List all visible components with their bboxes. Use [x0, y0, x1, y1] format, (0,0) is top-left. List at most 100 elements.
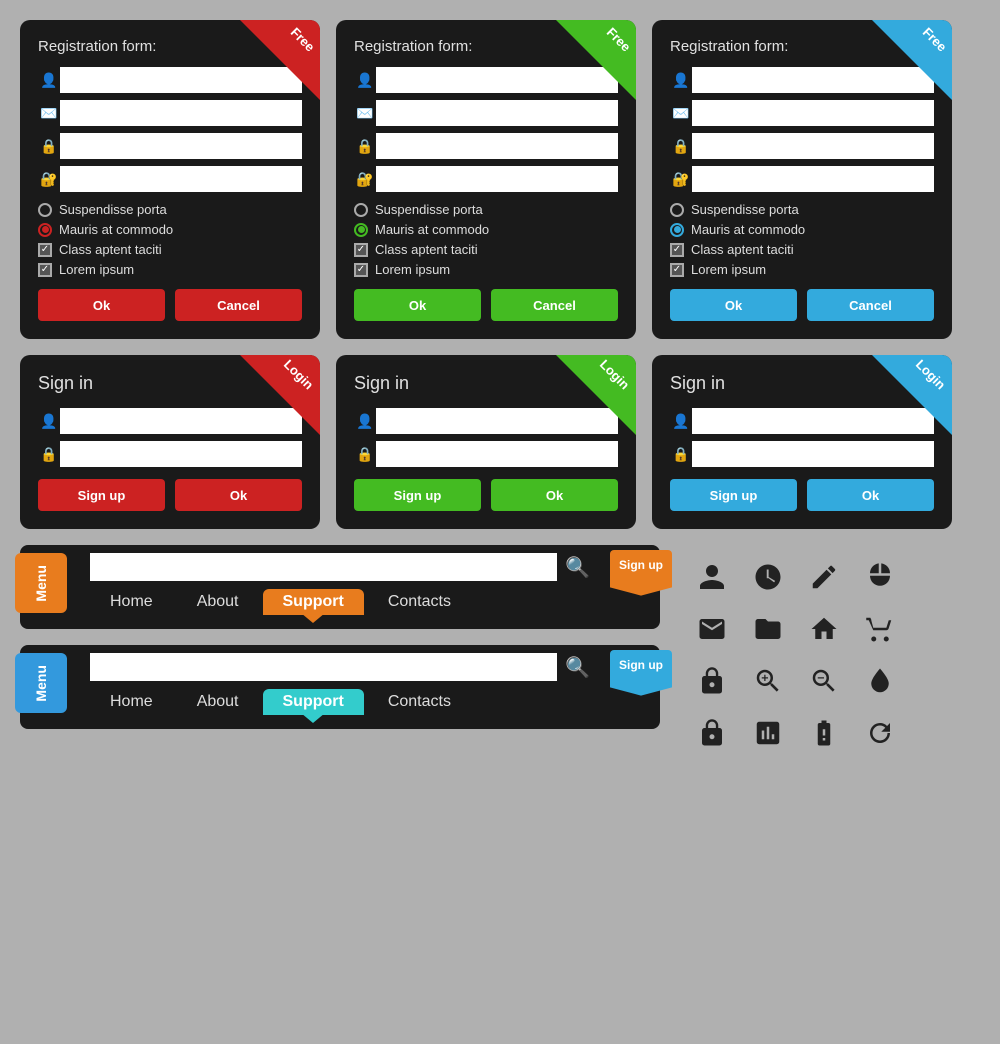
cancel-button-green[interactable]: Cancel [491, 289, 618, 321]
person-icon [690, 555, 734, 599]
nav-link-home-orange[interactable]: Home [90, 589, 173, 615]
options-green: Suspendisse porta Mauris at commodo ✓ Cl… [354, 202, 618, 277]
signup-button-green[interactable]: Sign up [354, 479, 481, 511]
registration-form-blue: Free Registration form: 👤 ✉️ 🔒 🔐 [652, 20, 952, 339]
registration-form-red: Free Registration form: 👤 ✉️ 🔒 🔐 [20, 20, 320, 339]
form-row-confirm-green: 🔐 [354, 166, 618, 192]
option-check2-green: ✓ Lorem ipsum [354, 262, 618, 277]
signup-badge-blue[interactable]: Sign up [610, 650, 672, 696]
nav-bars-column: Menu 🔍 Home About Support Contacts Sign … [20, 545, 660, 729]
login-user-icon-blue: 👤 [670, 413, 692, 430]
pass-input-red[interactable] [60, 133, 302, 159]
email-input-green[interactable] [376, 100, 618, 126]
user-icon-blue: 👤 [670, 72, 692, 89]
user-icon-red: 👤 [38, 72, 60, 89]
nav-bar-orange-wrapper: Menu 🔍 Home About Support Contacts Sign … [20, 545, 660, 629]
radio-filled-blue[interactable] [670, 223, 684, 237]
clock-icon [746, 555, 790, 599]
option-label-3-green: Class aptent taciti [375, 242, 478, 257]
pass-input-blue[interactable] [692, 133, 934, 159]
option-check1-red: ✓ Class aptent taciti [38, 242, 302, 257]
option-check2-blue: ✓ Lorem ipsum [670, 262, 934, 277]
ok-button-red[interactable]: Ok [38, 289, 165, 321]
signup-button-blue[interactable]: Sign up [670, 479, 797, 511]
option-label-1-red: Suspendisse porta [59, 202, 167, 217]
option-check2-red: ✓ Lorem ipsum [38, 262, 302, 277]
confirm-input-blue[interactable] [692, 166, 934, 192]
checkbox1-green[interactable]: ✓ [354, 243, 368, 257]
checkbox2-green[interactable]: ✓ [354, 263, 368, 277]
checkbox1-blue[interactable]: ✓ [670, 243, 684, 257]
nav-link-home-blue[interactable]: Home [90, 689, 173, 715]
option-label-4-blue: Lorem ipsum [691, 262, 766, 277]
nav-link-support-orange[interactable]: Support [263, 589, 364, 615]
cart-icon [858, 607, 902, 651]
mouse-icon [858, 555, 902, 599]
signup-button-red[interactable]: Sign up [38, 479, 165, 511]
checkbox2-blue[interactable]: ✓ [670, 263, 684, 277]
form-row-email-green: ✉️ [354, 100, 618, 126]
option-radio1-blue: Suspendisse porta [670, 202, 934, 217]
lock2-icon-green: 🔐 [354, 171, 376, 188]
checkbox2-red[interactable]: ✓ [38, 263, 52, 277]
pencil-icon [802, 555, 846, 599]
nav-search-input-blue[interactable] [90, 653, 557, 681]
ok-button-blue[interactable]: Ok [670, 289, 797, 321]
form-row-pass-blue: 🔒 [670, 133, 934, 159]
email-icon-red: ✉️ [38, 105, 60, 122]
battery-icon [802, 711, 846, 755]
pass-input-green[interactable] [376, 133, 618, 159]
option-radio1-green: Suspendisse porta [354, 202, 618, 217]
zoom-in-icon [746, 659, 790, 703]
menu-tab-orange[interactable]: Menu [15, 553, 67, 613]
corner-green: Free [556, 20, 636, 100]
signup-badge-orange[interactable]: Sign up [610, 550, 672, 596]
option-radio2-green: Mauris at commodo [354, 222, 618, 237]
nav-search-input-orange[interactable] [90, 553, 557, 581]
login-ok-button-blue[interactable]: Ok [807, 479, 934, 511]
login-pass-input-green[interactable] [376, 441, 618, 467]
login-btn-row-red: Sign up Ok [38, 479, 302, 511]
radio-empty-red[interactable] [38, 203, 52, 217]
icons-grid [680, 545, 916, 765]
nav-icons-row: Menu 🔍 Home About Support Contacts Sign … [20, 545, 980, 765]
login-form-red: Login Sign in 👤 🔒 Sign up Ok [20, 355, 320, 529]
nav-bar-orange: Menu 🔍 Home About Support Contacts [20, 545, 660, 629]
cancel-button-blue[interactable]: Cancel [807, 289, 934, 321]
email-input-red[interactable] [60, 100, 302, 126]
ok-button-green[interactable]: Ok [354, 289, 481, 321]
corner-bg-red [240, 20, 320, 100]
radio-filled-green[interactable] [354, 223, 368, 237]
radio-filled-red[interactable] [38, 223, 52, 237]
nav-link-support-blue[interactable]: Support [263, 689, 364, 715]
corner-bg-green [556, 20, 636, 100]
checkbox1-red[interactable]: ✓ [38, 243, 52, 257]
confirm-input-red[interactable] [60, 166, 302, 192]
option-label-1-green: Suspendisse porta [375, 202, 483, 217]
cancel-button-red[interactable]: Cancel [175, 289, 302, 321]
email-input-blue[interactable] [692, 100, 934, 126]
confirm-input-green[interactable] [376, 166, 618, 192]
login-lock-icon-green: 🔒 [354, 446, 376, 463]
login-corner-blue: Login [872, 355, 952, 435]
nav-link-about-orange[interactable]: About [177, 589, 259, 615]
login-form-green: Login Sign in 👤 🔒 Sign up Ok [336, 355, 636, 529]
radio-empty-green[interactable] [354, 203, 368, 217]
menu-tab-blue[interactable]: Menu [15, 653, 67, 713]
login-pass-input-red[interactable] [60, 441, 302, 467]
lock2-icon-blue: 🔐 [670, 171, 692, 188]
nav-link-contacts-orange[interactable]: Contacts [368, 589, 471, 615]
nav-link-about-blue[interactable]: About [177, 689, 259, 715]
option-label-2-red: Mauris at commodo [59, 222, 173, 237]
option-label-2-blue: Mauris at commodo [691, 222, 805, 237]
login-corner-red: Login [240, 355, 320, 435]
radio-empty-blue[interactable] [670, 203, 684, 217]
menu-label-blue: Menu [33, 665, 49, 702]
btn-row-green: Ok Cancel [354, 289, 618, 321]
corner-red: Free [240, 20, 320, 100]
lock-icon-blue: 🔒 [670, 138, 692, 155]
login-ok-button-green[interactable]: Ok [491, 479, 618, 511]
login-ok-button-red[interactable]: Ok [175, 479, 302, 511]
login-pass-input-blue[interactable] [692, 441, 934, 467]
nav-link-contacts-blue[interactable]: Contacts [368, 689, 471, 715]
